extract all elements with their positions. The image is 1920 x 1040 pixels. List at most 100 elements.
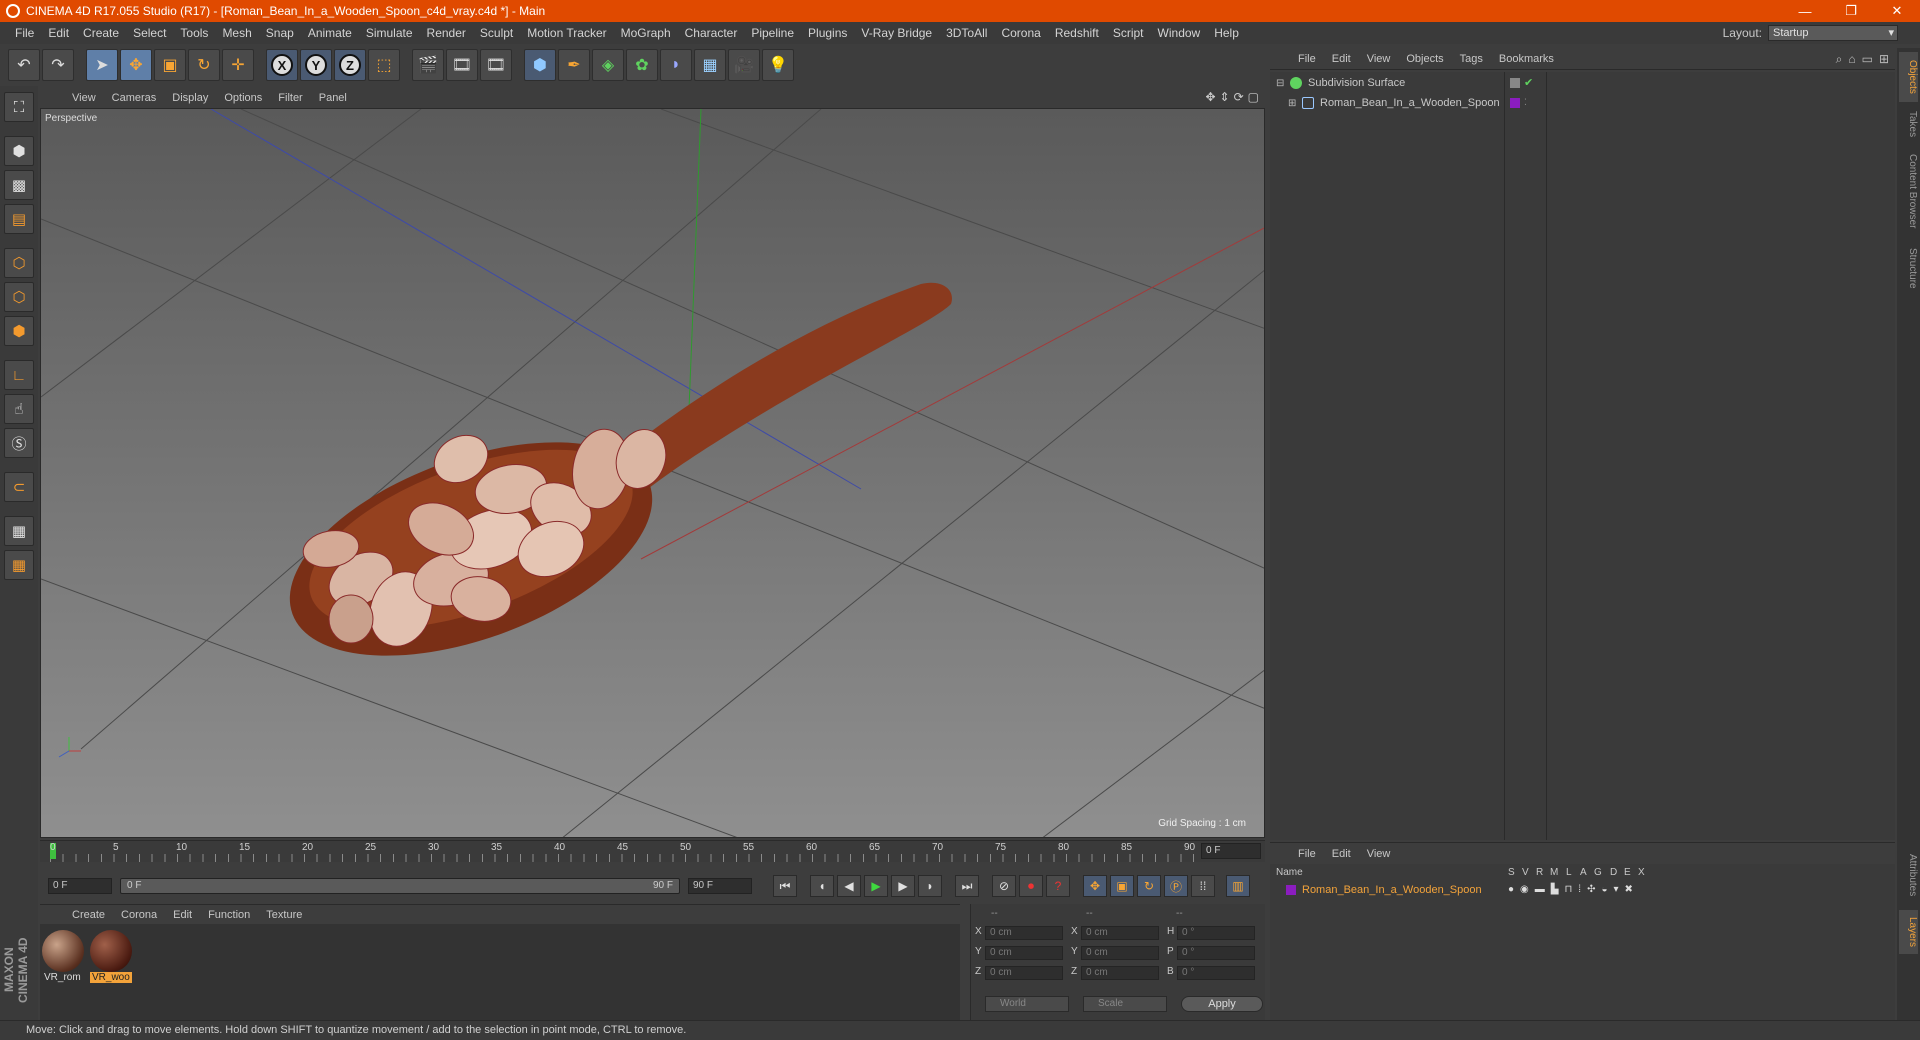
- render-view-button[interactable]: 🎬: [412, 49, 444, 81]
- orbit-view-icon[interactable]: ⟳: [1234, 90, 1244, 104]
- dolly-view-icon[interactable]: ⇕: [1220, 90, 1230, 104]
- snap-button[interactable]: Ⓢ: [4, 428, 34, 458]
- material-menu-create[interactable]: Create: [64, 909, 113, 921]
- array-button[interactable]: ✿: [626, 49, 658, 81]
- menu-window[interactable]: Window: [1151, 26, 1208, 40]
- rot-h-field[interactable]: 0 °: [1177, 926, 1255, 940]
- size-x-field[interactable]: 0 cm: [1081, 926, 1159, 940]
- layer-row[interactable]: Roman_Bean_In_a_Wooden_Spoon: [1286, 884, 1482, 896]
- axis-mode-button[interactable]: ∟: [4, 360, 34, 390]
- tab-objects[interactable]: Objects: [1899, 52, 1918, 102]
- object-row-subdivision[interactable]: ⊟ Subdivision Surface: [1276, 74, 1405, 92]
- next-frame-button[interactable]: ▶: [891, 875, 915, 897]
- collapse-icon[interactable]: ⊟: [1276, 78, 1286, 89]
- autokey-button[interactable]: ?: [1046, 875, 1070, 897]
- menu-vray-bridge[interactable]: V-Ray Bridge: [854, 26, 939, 40]
- select-tool-button[interactable]: ➤: [86, 49, 118, 81]
- material-thumbnail-wood[interactable]: VR_woo: [90, 930, 132, 986]
- rot-b-field[interactable]: 0 °: [1177, 966, 1255, 980]
- coordinate-mode-dropdown[interactable]: Scale: [1083, 996, 1167, 1012]
- viewport-menu-filter[interactable]: Filter: [270, 92, 310, 104]
- layer-menu-view[interactable]: View: [1359, 848, 1399, 860]
- editor-visibility-icon[interactable]: [1510, 78, 1520, 88]
- menu-motion-tracker[interactable]: Motion Tracker: [520, 26, 613, 40]
- menu-select[interactable]: Select: [126, 26, 173, 40]
- material-menu-texture[interactable]: Texture: [258, 909, 310, 921]
- frame-range-slider[interactable]: 0 F 90 F: [120, 878, 680, 894]
- material-menu-edit[interactable]: Edit: [165, 909, 200, 921]
- object-menu-file[interactable]: File: [1290, 53, 1324, 65]
- menu-simulate[interactable]: Simulate: [359, 26, 420, 40]
- layer-menu-edit[interactable]: Edit: [1324, 848, 1359, 860]
- render-settings-button[interactable]: 🎞: [480, 49, 512, 81]
- menu-3dtoall[interactable]: 3DToAll: [939, 26, 994, 40]
- timeline-window-button[interactable]: ▥: [1226, 875, 1250, 897]
- tab-takes[interactable]: Takes: [1899, 106, 1918, 142]
- edges-mode-button[interactable]: ⬡: [4, 282, 34, 312]
- size-y-field[interactable]: 0 cm: [1081, 946, 1159, 960]
- object-menu-view[interactable]: View: [1359, 53, 1399, 65]
- polygons-mode-button[interactable]: ⬢: [4, 316, 34, 346]
- menu-sculpt[interactable]: Sculpt: [473, 26, 520, 40]
- maximize-view-icon[interactable]: ▢: [1248, 90, 1259, 104]
- visibility-dots-icon[interactable]: ⁚: [1524, 97, 1534, 107]
- size-z-field[interactable]: 0 cm: [1081, 966, 1159, 980]
- menu-pipeline[interactable]: Pipeline: [744, 26, 801, 40]
- tab-structure[interactable]: Structure: [1899, 240, 1918, 296]
- previous-frame-button[interactable]: ◀: [837, 875, 861, 897]
- menu-create[interactable]: Create: [76, 26, 126, 40]
- menu-corona[interactable]: Corona: [994, 26, 1047, 40]
- texture-mode-button[interactable]: ▩: [4, 170, 34, 200]
- menu-animate[interactable]: Animate: [301, 26, 359, 40]
- tab-attributes[interactable]: Attributes: [1899, 844, 1918, 906]
- viewport-menu-display[interactable]: Display: [164, 92, 216, 104]
- menu-help[interactable]: Help: [1207, 26, 1246, 40]
- expand-icon[interactable]: ⊞: [1288, 98, 1298, 109]
- apply-button[interactable]: Apply: [1181, 996, 1263, 1012]
- key-scale-button[interactable]: ▣: [1110, 875, 1134, 897]
- generator-icon[interactable]: ✣: [1587, 884, 1595, 895]
- workplane-button[interactable]: ▤: [4, 204, 34, 234]
- render-picture-viewer-button[interactable]: 🎞: [446, 49, 478, 81]
- layer-color-swatch[interactable]: [1510, 98, 1520, 108]
- model-mode-button[interactable]: ⬢: [4, 136, 34, 166]
- tweak-mode-button[interactable]: ☝: [4, 394, 34, 424]
- undo-button[interactable]: ↶: [8, 49, 40, 81]
- tab-content-browser[interactable]: Content Browser: [1899, 146, 1918, 236]
- cube-object-button[interactable]: ⬢: [524, 49, 556, 81]
- pin-icon[interactable]: ⊞: [1879, 52, 1889, 67]
- eye-icon[interactable]: ◉: [1520, 884, 1529, 895]
- scale-tool-button[interactable]: ▣: [154, 49, 186, 81]
- search-icon[interactable]: ⌕: [1836, 52, 1843, 67]
- solo-icon[interactable]: ●: [1508, 884, 1514, 895]
- menu-redshift[interactable]: Redshift: [1048, 26, 1106, 40]
- tab-layers[interactable]: Layers: [1899, 910, 1918, 954]
- next-key-button[interactable]: ◗: [918, 875, 942, 897]
- material-thumbnail-roman[interactable]: VR_rom: [42, 930, 84, 986]
- menu-edit[interactable]: Edit: [41, 26, 76, 40]
- rot-p-field[interactable]: 0 °: [1177, 946, 1255, 960]
- magnet-button[interactable]: ⊂: [4, 472, 34, 502]
- restore-button[interactable]: ❐: [1828, 0, 1874, 22]
- pos-z-field[interactable]: 0 cm: [985, 966, 1063, 980]
- menu-plugins[interactable]: Plugins: [801, 26, 854, 40]
- menu-mograph[interactable]: MoGraph: [614, 26, 678, 40]
- render-clapper-icon[interactable]: ▬: [1535, 884, 1545, 895]
- camera-button[interactable]: 🎥: [728, 49, 760, 81]
- grid-rotate-button[interactable]: ▦: [4, 550, 34, 580]
- material-menu-corona[interactable]: Corona: [113, 909, 165, 921]
- viewport-menu-cameras[interactable]: Cameras: [104, 92, 165, 104]
- go-to-start-button[interactable]: ⏮: [773, 875, 797, 897]
- live-selection-button[interactable]: ✛: [222, 49, 254, 81]
- deformer-button[interactable]: ◗: [660, 49, 692, 81]
- light-button[interactable]: 💡: [762, 49, 794, 81]
- new-window-icon[interactable]: ▭: [1862, 52, 1873, 67]
- object-menu-bookmarks[interactable]: Bookmarks: [1491, 53, 1562, 65]
- grid-lock-button[interactable]: ▦: [4, 516, 34, 546]
- end-frame-field[interactable]: 90 F: [688, 878, 752, 894]
- key-position-button[interactable]: ✥: [1083, 875, 1107, 897]
- z-axis-button[interactable]: Z: [334, 49, 366, 81]
- home-icon[interactable]: ⌂: [1848, 52, 1855, 67]
- minimize-button[interactable]: —: [1782, 0, 1828, 22]
- make-editable-button[interactable]: ⛶: [4, 92, 34, 122]
